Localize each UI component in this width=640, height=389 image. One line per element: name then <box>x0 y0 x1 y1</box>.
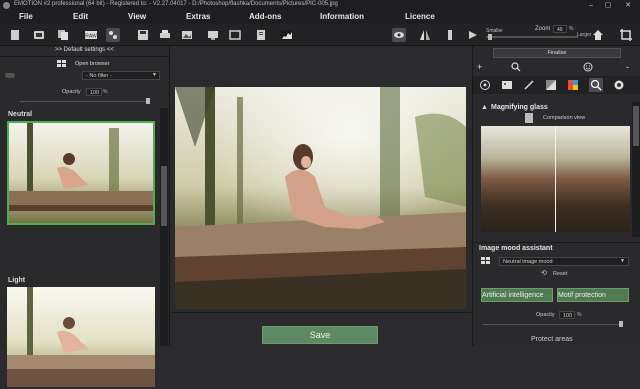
zoom-value-field[interactable]: 49 <box>553 25 567 33</box>
menu-view[interactable]: View <box>128 12 146 21</box>
collapse-arrow-icon[interactable]: ▲ <box>481 104 488 111</box>
open-file-icon[interactable] <box>32 28 46 42</box>
comparison-view-label: Comparison view <box>543 115 586 121</box>
left-panel: >> Default settings << Open browser - No… <box>0 46 170 387</box>
opacity-unit: % <box>103 89 108 95</box>
settings-icon[interactable] <box>479 79 491 91</box>
mood-select[interactable]: Neutral image mood <box>499 257 629 266</box>
mood-opacity-label: Opacity <box>536 312 555 318</box>
crop-icon[interactable] <box>619 28 633 42</box>
smiley-icon[interactable] <box>583 62 593 72</box>
menu-edit[interactable]: Edit <box>73 12 88 21</box>
svg-text:RAW: RAW <box>85 34 97 40</box>
mood-assistant-header: Image mood assistant <box>479 245 553 252</box>
ai-button-label: Artificial intelligence <box>482 292 544 299</box>
preset-light-label: Light <box>8 277 26 284</box>
filter-select[interactable]: - No filter - <box>82 71 160 80</box>
menu-file[interactable]: File <box>19 12 33 21</box>
menu-addons[interactable]: Add-ons <box>249 12 281 21</box>
opacity-label: Opacity <box>62 89 81 95</box>
chevron-down-icon: ▼ <box>152 72 157 78</box>
document-icon[interactable] <box>254 28 268 42</box>
motif-protection-button[interactable]: Motif protection <box>557 288 629 302</box>
magnifier-preview[interactable] <box>481 126 630 232</box>
copy-icon[interactable] <box>56 28 70 42</box>
color-icon[interactable] <box>567 79 579 91</box>
reset-icon[interactable]: ⟲ <box>541 270 549 278</box>
minimize-button[interactable]: – <box>584 0 598 11</box>
print-icon[interactable] <box>158 28 172 42</box>
protect-areas-header[interactable]: Protect areas <box>531 336 573 343</box>
default-settings-link[interactable]: >> Default settings << <box>55 47 114 53</box>
search-icon[interactable] <box>511 62 521 72</box>
eye-icon[interactable] <box>392 28 406 42</box>
mood-opacity-unit: % <box>577 312 582 318</box>
menu-licence[interactable]: Licence <box>405 12 435 21</box>
image-export-icon[interactable] <box>180 28 194 42</box>
histogram-icon[interactable] <box>280 28 294 42</box>
gradient-icon[interactable] <box>545 79 557 91</box>
open-browser-button[interactable]: Open browser <box>75 61 110 67</box>
image-icon[interactable] <box>501 79 513 91</box>
divider <box>473 242 640 243</box>
right-scrollbar-thumb[interactable] <box>633 106 639 146</box>
brush-icon[interactable] <box>523 79 535 91</box>
mood-opacity-slider-thumb[interactable] <box>619 321 623 327</box>
zoom-larger-label: Larger <box>577 32 592 38</box>
preset-thumbnail-neutral[interactable] <box>7 121 155 225</box>
magnifying-glass-header: Magnifying glass <box>491 104 548 111</box>
divider <box>171 312 471 313</box>
app-logo-icon <box>3 2 10 9</box>
home-icon[interactable] <box>591 28 605 42</box>
raw-icon[interactable]: RAW <box>84 28 98 42</box>
compare-icon[interactable] <box>443 28 457 42</box>
zoom-slider[interactable] <box>486 36 578 38</box>
save-button[interactable]: Save <box>262 326 378 344</box>
zoom-label: Zoom <box>535 26 551 32</box>
comparison-toggle[interactable] <box>525 113 533 123</box>
magnify-tab-icon[interactable] <box>589 78 603 92</box>
minus-icon[interactable]: - <box>626 63 634 72</box>
mood-opacity-slider[interactable] <box>483 324 623 325</box>
zoom-slider-thumb[interactable] <box>488 34 492 40</box>
new-file-icon[interactable] <box>8 28 22 42</box>
mood-grid-icon[interactable] <box>481 257 493 265</box>
frame-icon[interactable] <box>228 28 242 42</box>
main-photo[interactable] <box>175 87 466 309</box>
menu-information[interactable]: Information <box>320 12 364 21</box>
maximize-button[interactable]: ▢ <box>601 0 615 11</box>
finalise-button[interactable]: Finalise <box>493 48 621 58</box>
opacity-slider[interactable] <box>20 101 150 102</box>
split-view-icon[interactable] <box>418 28 432 42</box>
presets-scrollbar-thumb[interactable] <box>161 166 167 226</box>
aperture-icon[interactable] <box>613 79 625 91</box>
opacity-field[interactable]: 100 <box>86 88 102 96</box>
right-panel: Finalise + - ▲ Magnifying glass Comparis… <box>472 46 640 346</box>
divider <box>0 56 170 57</box>
center-canvas: Save <box>171 46 471 346</box>
tools-icon[interactable] <box>106 28 120 42</box>
ai-button[interactable]: Artificial intelligence <box>481 288 553 302</box>
preset-neutral-label: Neutral <box>8 111 33 118</box>
browser-icon[interactable] <box>57 60 69 68</box>
mood-opacity-field[interactable]: 100 <box>559 311 575 319</box>
save-file-icon[interactable] <box>136 28 150 42</box>
reset-button[interactable]: Reset <box>553 271 567 277</box>
menu-bar: File Edit View Extras Add-ons Informatio… <box>0 11 640 24</box>
toolbar: RAW Smaller Zoom 49 % Larger <box>0 24 640 46</box>
menu-extras[interactable]: Extras <box>186 12 210 21</box>
zoom-unit: % <box>569 26 574 32</box>
title-bar: EMOTION #2 professional (64 bit) - Regis… <box>0 0 640 11</box>
zoom-fit-icon[interactable] <box>466 28 480 42</box>
monitor-icon[interactable] <box>206 28 220 42</box>
preset-thumbnail-light[interactable] <box>7 287 155 387</box>
presets-scrollbar[interactable] <box>160 108 168 346</box>
close-button[interactable]: ✕ <box>621 0 635 11</box>
motif-button-label: Motif protection <box>558 292 606 299</box>
opacity-slider-thumb[interactable] <box>146 98 150 104</box>
filter-toggle[interactable] <box>5 73 15 78</box>
plus-icon[interactable]: + <box>477 63 485 72</box>
mood-chevron-down-icon: ▼ <box>620 258 625 264</box>
window-title: EMOTION #2 professional (64 bit) - Regis… <box>14 1 338 7</box>
